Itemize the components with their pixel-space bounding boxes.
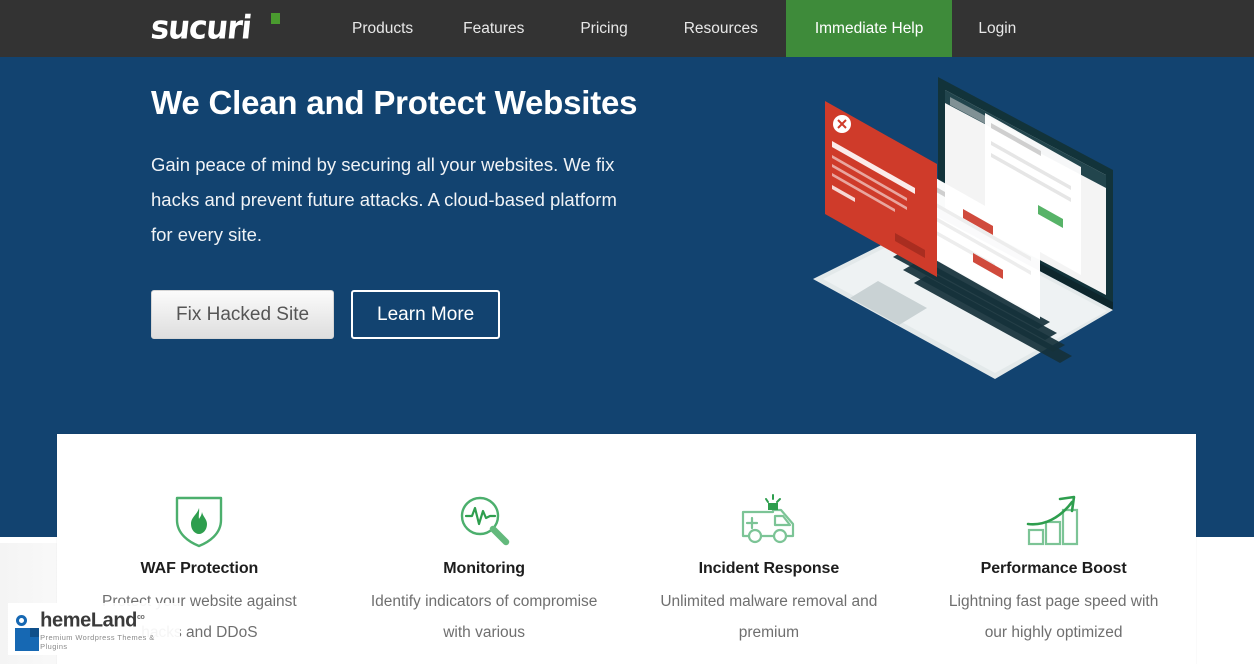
hero-buttons: Fix Hacked Site Learn More — [151, 290, 501, 339]
feature-card: WAF Protection Protect your website agai… — [57, 434, 1196, 664]
feature-title: Performance Boost — [980, 560, 1127, 577]
shield-flame-icon — [167, 490, 231, 552]
immediate-help-button[interactable]: Immediate Help — [785, 0, 953, 57]
feature-title: WAF Protection — [140, 560, 259, 577]
top-navigation-bar: sucuri Products Features Pricing Resourc… — [0, 0, 1254, 57]
nav-link-pricing[interactable]: Pricing — [552, 0, 655, 57]
watermark-logo-mark: hemeLandco Premium Wordpress Themes & Pl… — [14, 607, 180, 652]
feature-performance-boost[interactable]: Performance Boost Lightning fast page sp… — [911, 434, 1196, 664]
sucuri-logo[interactable]: sucuri — [149, 9, 281, 47]
growth-chart-icon — [1020, 490, 1088, 552]
watermark-tagline: Premium Wordpress Themes & Plugins — [40, 633, 155, 652]
hero-laptop-illustration — [795, 57, 1155, 397]
watermark-i-glyph — [14, 615, 39, 652]
feature-title: Incident Response — [698, 560, 840, 577]
feature-title: Monitoring — [443, 560, 525, 577]
magnifier-pulse-icon — [452, 490, 516, 552]
hero-title: We Clean and Protect Websites — [151, 84, 638, 121]
sucuri-logo-accent — [271, 13, 280, 24]
nav-link-features[interactable]: Features — [435, 0, 552, 57]
feature-list: WAF Protection Protect your website agai… — [57, 434, 1196, 664]
feature-incident-response[interactable]: Incident Response Unlimited malware remo… — [627, 434, 912, 664]
hero-subtitle: Gain peace of mind by securing all your … — [151, 154, 617, 245]
feature-description: Unlimited malware removal and premium — [660, 593, 878, 641]
watermark-brand-main: hemeLand — [40, 609, 137, 632]
ithemeland-watermark: hemeLandco Premium Wordpress Themes & Pl… — [8, 603, 180, 655]
feature-monitoring[interactable]: Monitoring Identify indicators of compro… — [342, 434, 627, 664]
nav-link-resources[interactable]: Resources — [656, 0, 786, 57]
nav-link-products[interactable]: Products — [330, 0, 435, 57]
ambulance-icon — [735, 490, 803, 552]
watermark-trademark: co — [137, 613, 145, 621]
feature-description: Lightning fast page speed with our highl… — [948, 593, 1159, 641]
page-root: sucuri Products Features Pricing Resourc… — [0, 0, 1254, 664]
learn-more-button[interactable]: Learn More — [351, 290, 501, 339]
fix-hacked-site-button[interactable]: Fix Hacked Site — [151, 290, 335, 339]
nav-links: Products Features Pricing Resources Imme… — [330, 0, 1038, 57]
feature-description: Identify indicators of compromise with v… — [370, 593, 598, 641]
sucuri-logo-text: sucuri — [149, 9, 253, 47]
watermark-wordmark: hemeLandco Premium Wordpress Themes & Pl… — [40, 607, 180, 652]
login-link[interactable]: Login — [952, 0, 1038, 57]
